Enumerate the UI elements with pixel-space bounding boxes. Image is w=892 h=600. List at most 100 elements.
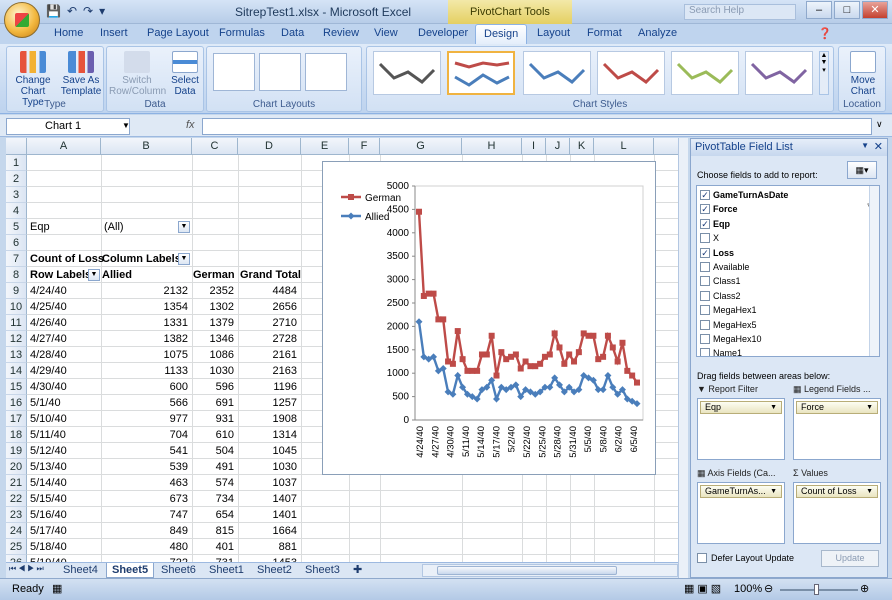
field-checkbox[interactable]: ✓ [700,190,710,200]
field-item[interactable]: ✓ Force [700,202,738,216]
row-header[interactable]: 2 [6,171,27,187]
column-header-f[interactable]: F [349,138,380,155]
row-label-cell[interactable]: 4/30/40 [30,379,100,395]
row-header[interactable]: 22 [6,491,27,507]
column-header-j[interactable]: J [546,138,570,155]
column-header-h[interactable]: H [462,138,522,155]
german-value-cell[interactable]: 574 [193,475,238,491]
column-header-d[interactable]: D [238,138,301,155]
chart-style-2[interactable] [447,51,515,95]
zoom-level[interactable]: 100% [734,583,762,595]
defer-checkbox-box[interactable] [697,553,707,563]
name-box-dropdown-icon[interactable]: ▼ [122,121,130,130]
legend-fields-area[interactable]: Force ▼ [793,398,881,460]
axis-fields-chip[interactable]: GameTurnAs... ▼ [700,485,782,498]
row-header[interactable]: 5 [6,219,27,235]
row-label-cell[interactable]: 5/14/40 [30,475,100,491]
field-checkbox[interactable] [700,290,710,301]
allied-value-cell[interactable]: 1133 [102,363,192,379]
update-button[interactable]: Update [821,550,879,567]
allied-value-cell[interactable]: 1075 [102,347,192,363]
grand-total-cell[interactable]: 2710 [239,315,301,331]
row-header[interactable]: 18 [6,427,27,443]
select-all-corner[interactable] [6,138,27,155]
field-checkbox[interactable] [700,276,710,287]
tab-layout[interactable]: Layout [537,27,570,39]
column-header-b[interactable]: B [101,138,192,155]
allied-value-cell[interactable]: 600 [102,379,192,395]
field-layout-menu-icon[interactable]: ▦▾ [847,161,877,179]
office-button[interactable] [4,2,40,38]
move-chart-button[interactable]: Move Chart [841,51,885,97]
row-label-cell[interactable]: 5/1/40 [30,395,100,411]
chart-layout-3[interactable] [305,53,347,91]
german-value-cell[interactable]: 931 [193,411,238,427]
row-header[interactable]: 12 [6,331,27,347]
row-header[interactable]: 3 [6,187,27,203]
field-item[interactable]: ✓ Loss [700,246,734,260]
field-checkbox[interactable]: ✓ [700,247,710,258]
german-value-cell[interactable]: 1030 [193,363,238,379]
report-filter-chip[interactable]: Eqp ▼ [700,401,782,414]
grand-total-cell[interactable]: 1453 [239,555,301,562]
chart-layout-2[interactable] [259,53,301,91]
tab-page-layout[interactable]: Page Layout [147,27,209,39]
customize-qat-icon[interactable]: ▾ [99,4,105,18]
row-header[interactable]: 7 [6,251,27,267]
row-header[interactable]: 24 [6,523,27,539]
values-area[interactable]: Count of Loss ▼ [793,482,881,544]
allied-value-cell[interactable]: 541 [102,443,192,459]
chart-layout-1[interactable] [213,53,255,91]
row-label-cell[interactable]: 5/15/40 [30,491,100,507]
row-header[interactable]: 25 [6,539,27,555]
switch-row-column-button[interactable]: Switch Row/Column [109,51,166,97]
tab-review[interactable]: Review [323,27,359,39]
german-value-cell[interactable]: 1379 [193,315,238,331]
horizontal-scrollbar[interactable] [422,564,678,577]
field-item[interactable]: Available [700,260,749,274]
row-label-cell[interactable]: 4/26/40 [30,315,100,331]
allied-value-cell[interactable]: 747 [102,507,192,523]
save-as-template-button[interactable]: Save As Template [59,51,103,97]
column-header-l[interactable]: L [594,138,654,155]
values-chip[interactable]: Count of Loss ▼ [796,485,878,498]
name-box[interactable]: Chart 1 [6,118,130,135]
field-item[interactable]: ✓ Eqp [700,217,730,231]
column-header-g[interactable]: G [380,138,462,155]
field-item[interactable]: X [700,231,719,245]
row-header[interactable]: 6 [6,235,27,251]
allied-value-cell[interactable]: 722 [102,555,192,562]
field-item[interactable]: Class2 [700,289,741,303]
row-label-cell[interactable]: 4/24/40 [30,283,100,299]
column-labels-filter-icon[interactable]: ▼ [178,253,190,265]
grand-total-cell[interactable]: 4484 [239,283,301,299]
german-value-cell[interactable]: 1086 [193,347,238,363]
chip-dropdown-icon[interactable]: ▼ [770,402,777,413]
axis-fields-area[interactable]: GameTurnAs... ▼ [697,482,785,544]
help-search-input[interactable]: Search Help [684,4,796,20]
chip-dropdown-icon[interactable]: ▼ [866,402,873,413]
row-header[interactable]: 15 [6,379,27,395]
german-value-cell[interactable]: 691 [193,395,238,411]
german-value-cell[interactable]: 2352 [193,283,238,299]
grand-total-cell[interactable]: 1407 [239,491,301,507]
worksheet-grid[interactable]: A B C D E F G H I J K L 1 2 3 4 5 6 7 8 9 10 11 12 1… [6,138,678,562]
chip-dropdown-icon[interactable]: ▼ [770,486,777,497]
field-item[interactable]: MegaHex1 [700,303,757,317]
column-header-k[interactable]: K [570,138,594,155]
field-list-scrollbar[interactable] [869,186,879,356]
save-icon[interactable]: 💾 [46,4,61,18]
grand-total-cell[interactable]: 2161 [239,347,301,363]
zoom-slider[interactable] [780,589,858,591]
chart-style-4[interactable] [597,51,665,95]
formula-input[interactable] [202,118,872,135]
row-label-cell[interactable]: 4/27/40 [30,331,100,347]
german-value-cell[interactable]: 815 [193,523,238,539]
row-header[interactable]: 19 [6,443,27,459]
row-header[interactable]: 4 [6,203,27,219]
row-header[interactable]: 17 [6,411,27,427]
german-value-cell[interactable]: 610 [193,427,238,443]
field-item[interactable]: ✓ GameTurnAsDate [700,188,788,202]
redo-icon[interactable]: ↷ [83,4,93,18]
field-checkbox[interactable] [700,334,710,344]
